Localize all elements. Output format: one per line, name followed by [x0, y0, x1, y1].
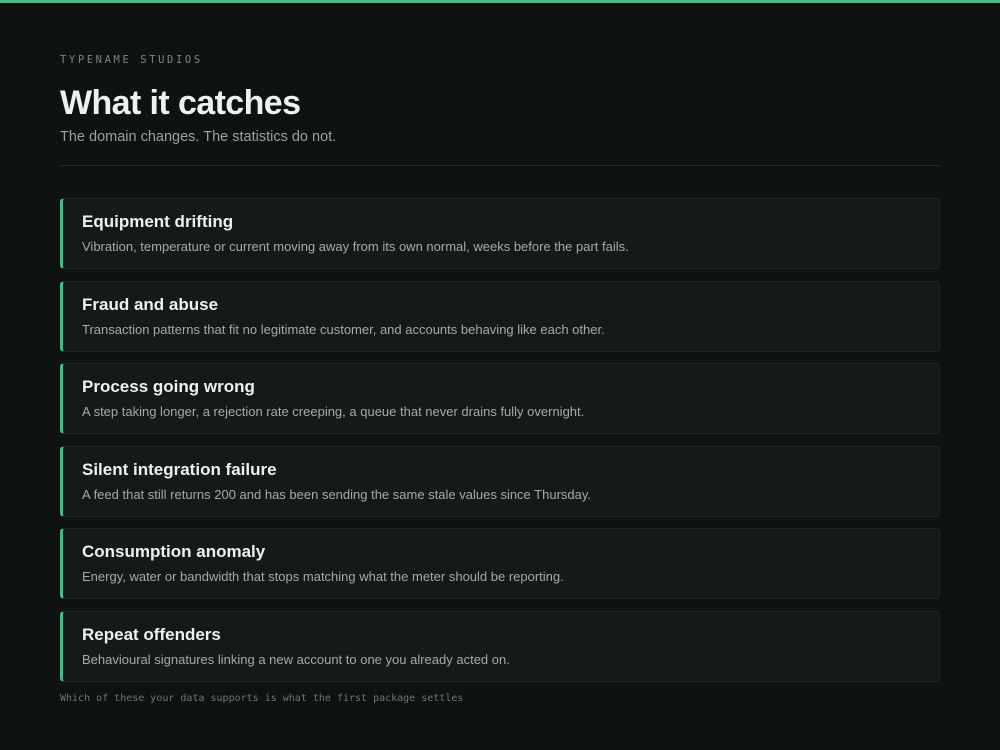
catch-card-repeat-offenders: Repeat offenders Behavioural signatures … — [60, 610, 940, 682]
catch-card-fraud-and-abuse: Fraud and abuse Transaction patterns tha… — [60, 280, 940, 352]
card-title: Consumption anomaly — [82, 542, 266, 561]
card-description: A feed that still returns 200 and has be… — [82, 486, 591, 502]
footnote: Which of these your data supports is wha… — [60, 693, 464, 704]
page-subtitle: The domain changes. The statistics do no… — [60, 129, 337, 145]
page-title: What it catches — [60, 84, 301, 122]
card-description: Energy, water or bandwidth that stops ma… — [82, 569, 564, 584]
top-accent-bar — [0, 0, 1000, 3]
card-title: Repeat offenders — [82, 624, 221, 644]
brand-eyebrow: TYPENAME STUDIOS — [60, 54, 203, 66]
card-title: Silent integration failure — [82, 459, 277, 479]
catch-card-silent-integration-failure: Silent integration failure A feed that s… — [60, 445, 940, 517]
catch-list: Equipment drifting Vibration, temperatur… — [60, 198, 940, 693]
card-title: Equipment drifting — [82, 212, 234, 231]
card-title: Fraud and abuse — [82, 294, 219, 314]
catch-card-consumption-anomaly: Consumption anomaly Energy, water or ban… — [60, 528, 940, 599]
card-description: Vibration, temperature or current moving… — [82, 239, 629, 254]
header-divider — [60, 165, 940, 166]
card-description: Transaction patterns that fit no legitim… — [82, 321, 605, 337]
catch-card-process-going-wrong: Process going wrong A step taking longer… — [60, 363, 940, 434]
card-title: Process going wrong — [82, 377, 255, 396]
card-description: A step taking longer, a rejection rate c… — [82, 404, 585, 419]
card-description: Behavioural signatures linking a new acc… — [82, 651, 510, 667]
catch-card-equipment-drifting: Equipment drifting Vibration, temperatur… — [60, 198, 940, 269]
